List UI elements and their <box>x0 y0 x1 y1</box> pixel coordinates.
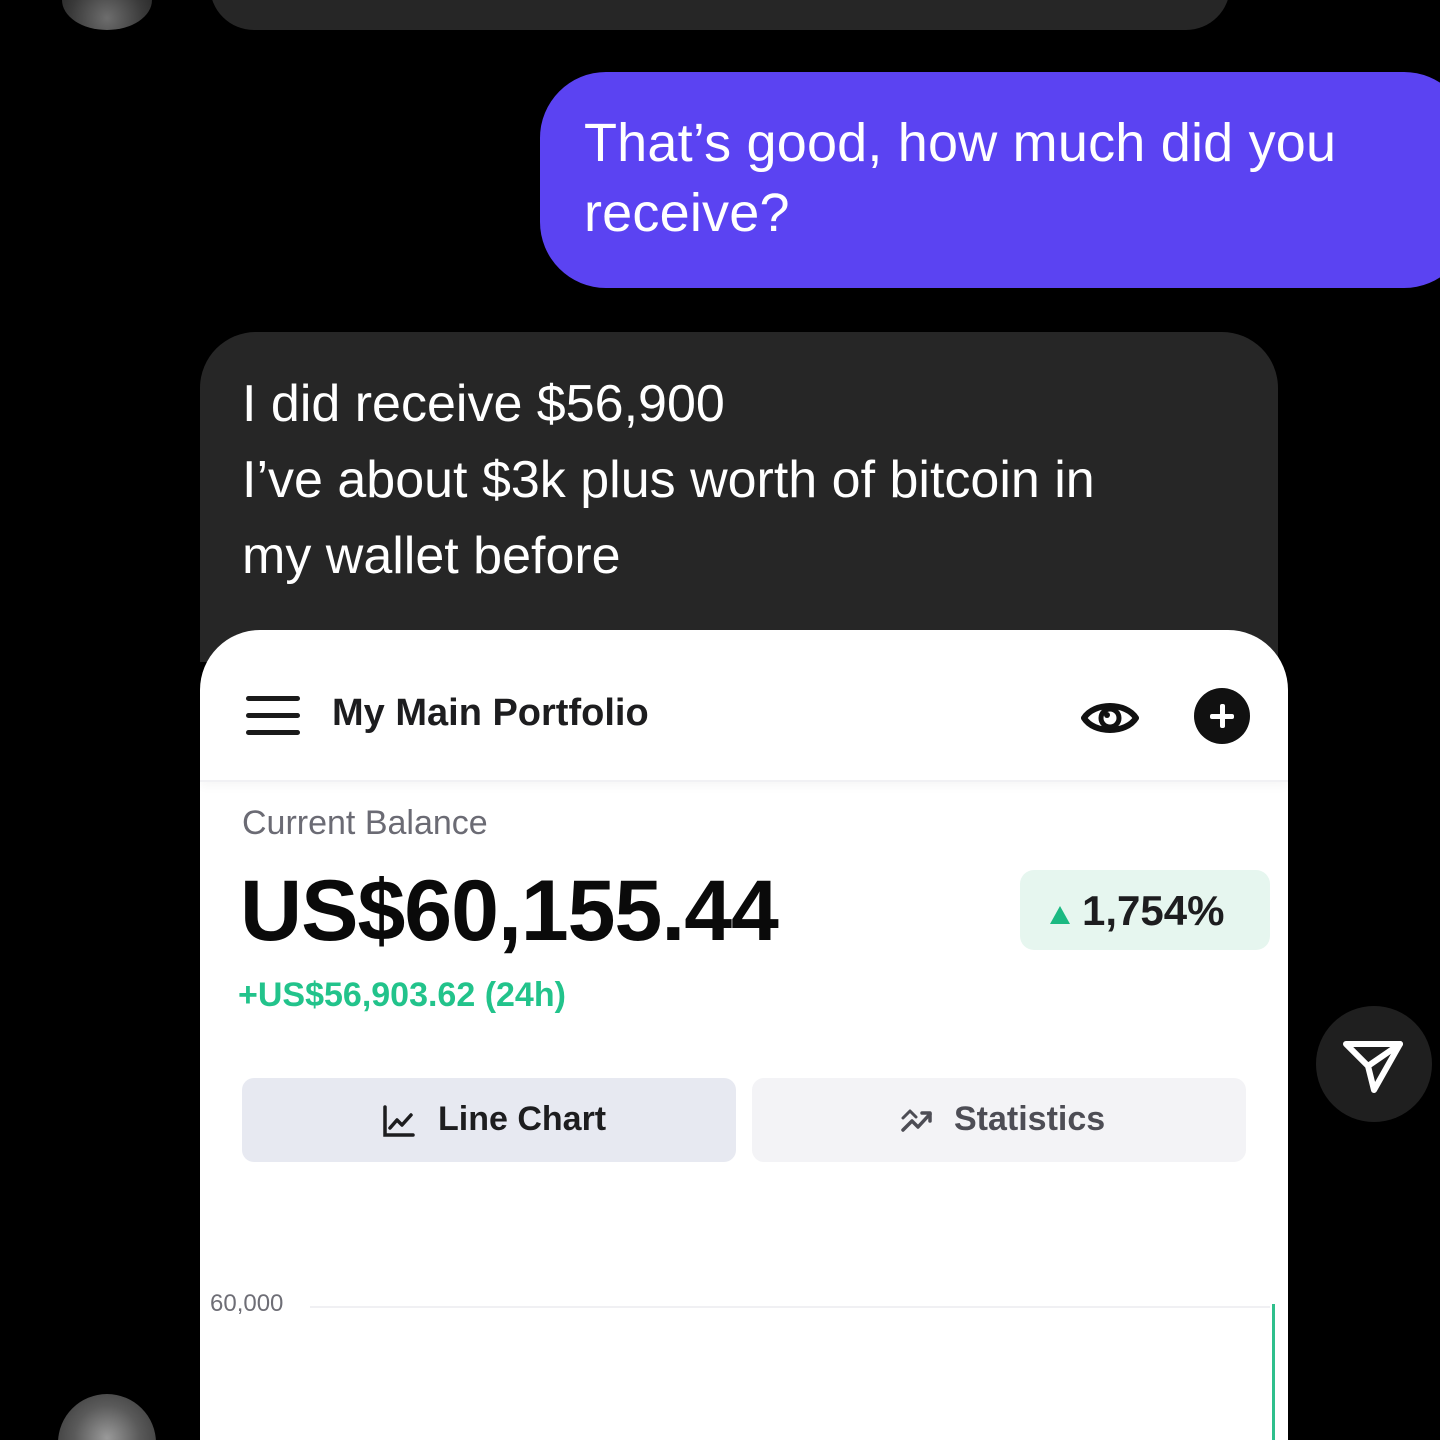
chart-series-line <box>1272 1304 1275 1440</box>
send-button[interactable] <box>1316 1006 1432 1122</box>
up-arrow-icon <box>1050 906 1070 924</box>
previous-message-bubble <box>210 0 1230 30</box>
change-24h: +US$56,903.62 (24h) <box>238 976 566 1014</box>
portfolio-title: My Main Portfolio <box>332 692 649 734</box>
change-percent: 1,754% <box>1082 887 1225 934</box>
tab-line-chart[interactable]: Line Chart <box>242 1078 736 1162</box>
y-axis-tick-label: 60,000 <box>210 1290 284 1317</box>
chart-gridline <box>310 1306 1270 1308</box>
plus-icon[interactable] <box>1194 688 1250 744</box>
eye-icon[interactable] <box>1080 690 1140 746</box>
avatar[interactable] <box>58 1394 156 1440</box>
change-percent-badge: 1,754% <box>1020 870 1270 950</box>
avatar[interactable] <box>62 0 152 30</box>
tab-statistics[interactable]: Statistics <box>752 1078 1246 1162</box>
hamburger-menu-icon[interactable] <box>246 696 300 736</box>
tab-line-chart-label: Line Chart <box>438 1100 607 1138</box>
send-icon <box>1343 1041 1403 1093</box>
portfolio-screenshot[interactable]: My Main Portfolio Current Balance US$60,… <box>200 630 1288 1440</box>
balance-label: Current Balance <box>242 804 488 842</box>
incoming-message-bubble[interactable]: I did receive $56,900 I’ve about $3k plu… <box>200 332 1278 662</box>
chat-thread: That’s good, how much did you receive? I… <box>0 0 1440 1440</box>
incoming-message-text: I did receive $56,900 I’ve about $3k plu… <box>242 375 1095 585</box>
line-chart-icon <box>382 1104 416 1138</box>
outgoing-message-text: That’s good, how much did you receive? <box>584 113 1337 243</box>
balance-value: US$60,155.44 <box>240 863 779 959</box>
outgoing-message-bubble[interactable]: That’s good, how much did you receive? <box>540 72 1440 288</box>
statistics-icon <box>900 1104 934 1138</box>
tab-statistics-label: Statistics <box>954 1100 1106 1138</box>
portfolio-header: My Main Portfolio <box>200 630 1288 782</box>
